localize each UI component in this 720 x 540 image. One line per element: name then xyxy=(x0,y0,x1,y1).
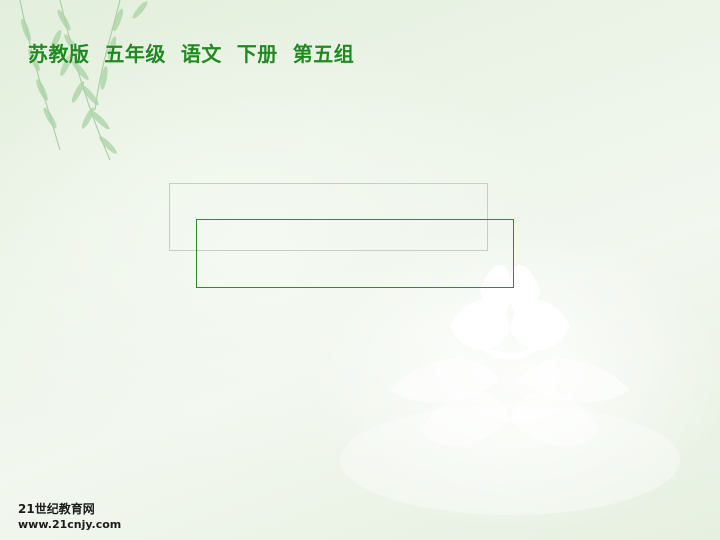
page-title: 苏教版 五年级 语文 下册 第五组 xyxy=(28,42,355,66)
willow-branch-icon xyxy=(19,0,148,161)
watermark-name: 21世纪教育网 xyxy=(18,502,95,516)
watermark-url: www.21cnjy.com xyxy=(18,518,122,531)
placeholder-box-inner xyxy=(196,219,514,288)
slide-canvas: 苏教版 五年级 语文 下册 第五组 21世纪教育网 www.21cnjy.com xyxy=(0,0,720,540)
watermark-logo: 21世纪教育网 www.21cnjy.com xyxy=(18,502,121,532)
